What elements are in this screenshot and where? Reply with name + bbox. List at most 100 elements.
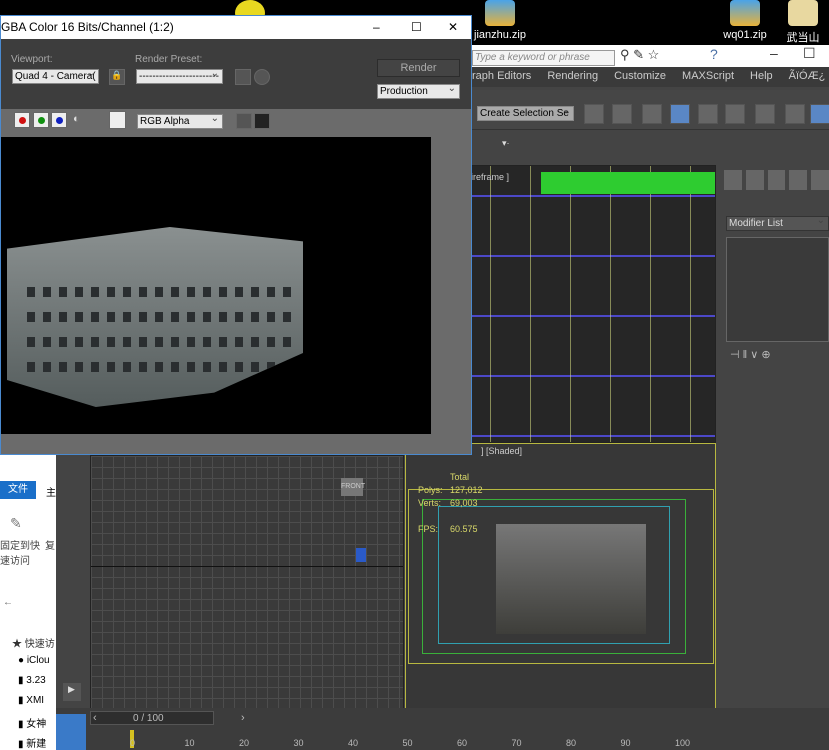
motion-tab-icon[interactable] bbox=[789, 170, 808, 190]
material-editor-icon[interactable] bbox=[755, 104, 775, 124]
slider-prev-icon[interactable]: ‹ bbox=[93, 712, 97, 724]
viewport-perspective[interactable]: ] [Shaded] Total Polys: 127,012 Verts: 6… bbox=[405, 443, 716, 710]
timeline-tick: 60 bbox=[457, 738, 468, 748]
layers-icon[interactable] bbox=[642, 104, 662, 124]
render-setup-icon[interactable] bbox=[785, 104, 805, 124]
curve-editor-icon[interactable] bbox=[698, 104, 718, 124]
window-row bbox=[27, 362, 297, 372]
viewport-dropdown[interactable]: Quad 4 - Camera( bbox=[12, 69, 99, 84]
pin-stack-icon[interactable]: ⊣ ‖ ∨ ⊕ bbox=[730, 348, 771, 361]
desktop-icon-jianzhu[interactable]: jianzhu.zip bbox=[470, 0, 530, 41]
create-tab-icon[interactable] bbox=[724, 170, 742, 190]
binoculars-icon[interactable]: ⚲ ✎ ☆ bbox=[620, 47, 659, 63]
mirror-icon[interactable] bbox=[584, 104, 604, 124]
green-channel-toggle[interactable] bbox=[33, 112, 49, 128]
modify-tab-icon[interactable] bbox=[745, 170, 764, 190]
quick-access-item[interactable]: ★ 快速访 bbox=[12, 635, 55, 650]
menu-rendering[interactable]: Rendering bbox=[547, 67, 598, 87]
list-item[interactable]: ▮ 3.23 bbox=[18, 675, 46, 686]
maximize-button[interactable]: ☐ bbox=[803, 45, 816, 62]
building-render bbox=[7, 227, 303, 407]
alpha-toggle-icon[interactable]: ◐ bbox=[73, 113, 80, 125]
preset-label: Render Preset: bbox=[135, 54, 203, 65]
red-dot-icon bbox=[19, 117, 26, 124]
render-button[interactable]: Render bbox=[377, 59, 460, 77]
time-slider[interactable]: ‹ 0 / 100 › bbox=[90, 711, 245, 725]
camera-object[interactable] bbox=[356, 548, 366, 562]
tab-home[interactable]: 主 bbox=[46, 484, 56, 499]
hierarchy-tab-icon[interactable] bbox=[767, 170, 786, 190]
wireframe-roof bbox=[541, 172, 715, 194]
label: XMI bbox=[26, 695, 45, 706]
viewport-front[interactable]: ireframe ] bbox=[470, 165, 716, 443]
desktop-icon-wudangshan[interactable]: 武当山 bbox=[778, 0, 828, 45]
viewport-top[interactable]: FRONT bbox=[90, 455, 404, 710]
lock-icon[interactable]: 🔒 bbox=[109, 69, 125, 85]
menu-help[interactable]: Help bbox=[750, 67, 773, 87]
timeline-tick: 20 bbox=[239, 738, 250, 748]
slider-next-icon[interactable]: › bbox=[241, 712, 245, 724]
channel-dropdown[interactable]: RGB Alpha bbox=[137, 114, 223, 129]
modifier-list-dropdown[interactable]: Modifier List bbox=[726, 216, 829, 231]
desktop-icon-wq01[interactable]: wq01.zip bbox=[715, 0, 775, 41]
selection-set-dropdown[interactable]: Create Selection Se bbox=[477, 106, 574, 121]
environment-icon[interactable] bbox=[254, 69, 270, 85]
list-item[interactable]: ▮ XMI bbox=[18, 695, 44, 706]
minimize-button[interactable]: – bbox=[373, 16, 380, 38]
ribbon-toggle-icon[interactable]: ▾· bbox=[502, 138, 510, 149]
viewport-label[interactable]: ] [Shaded] bbox=[481, 446, 522, 456]
timeline-tick: 30 bbox=[293, 738, 304, 748]
file-explorer-window: 文件 主 ✎ 固定到快速访问 复 ← ★ 快速访 ● iClou ▮ 3.23 … bbox=[0, 455, 56, 750]
timeline-tick: 70 bbox=[511, 738, 522, 748]
color-swatch[interactable] bbox=[109, 111, 126, 129]
viewport-label[interactable]: ireframe ] bbox=[471, 172, 509, 182]
copy-button[interactable]: 复 bbox=[45, 537, 55, 552]
render-setup-icon[interactable] bbox=[235, 69, 251, 85]
timeline-tick: 80 bbox=[566, 738, 577, 748]
mono-display-icon[interactable] bbox=[236, 113, 252, 129]
align-icon[interactable] bbox=[612, 104, 632, 124]
command-panel: Modifier List ⊣ ‖ ∨ ⊕ bbox=[720, 165, 829, 710]
red-channel-toggle[interactable] bbox=[14, 112, 30, 128]
clear-icon[interactable] bbox=[254, 113, 270, 129]
zip-archive-icon bbox=[485, 0, 515, 26]
blue-channel-toggle[interactable] bbox=[51, 112, 67, 128]
timeline-tick: 0 bbox=[130, 738, 136, 748]
list-item[interactable]: ▮ 女神 bbox=[18, 715, 46, 730]
list-item[interactable]: ▮ 新建 bbox=[18, 735, 46, 750]
green-dot-icon bbox=[38, 117, 45, 124]
list-item[interactable]: ● iClou bbox=[18, 655, 50, 666]
modifier-stack[interactable] bbox=[726, 237, 829, 342]
search-input[interactable]: Type a keyword or phrase bbox=[472, 50, 615, 66]
tab-file[interactable]: 文件 bbox=[0, 481, 36, 499]
render-preset-dropdown[interactable]: ------------------------ bbox=[136, 69, 223, 84]
back-arrow-icon[interactable]: ← bbox=[3, 597, 13, 608]
schematic-view-icon[interactable] bbox=[725, 104, 745, 124]
viewport-layout-button[interactable] bbox=[56, 714, 86, 750]
menu-maxscript[interactable]: MAXScript bbox=[682, 67, 734, 87]
polys-label: Polys: bbox=[418, 485, 443, 495]
production-dropdown[interactable]: Production bbox=[377, 84, 460, 99]
maximize-button[interactable]: ☐ bbox=[411, 16, 422, 38]
viewcube[interactable]: FRONT bbox=[341, 478, 365, 496]
building-preview bbox=[496, 524, 646, 634]
display-tab-icon[interactable] bbox=[811, 170, 829, 190]
menu-customize[interactable]: Customize bbox=[614, 67, 666, 87]
window-title: GBA Color 16 Bits/Channel (1:2) bbox=[1, 20, 174, 34]
label: 新建 bbox=[26, 739, 47, 750]
pin-quick-access-button[interactable]: 固定到快速访问 bbox=[0, 537, 40, 567]
blue-dot-icon bbox=[56, 117, 63, 124]
scene-explorer-icon[interactable] bbox=[670, 104, 690, 124]
help-icon[interactable]: ? bbox=[710, 46, 718, 62]
render-icon[interactable] bbox=[810, 104, 829, 124]
close-button[interactable]: ✕ bbox=[448, 16, 458, 38]
menu-bar: raph Editors Rendering Customize MAXScri… bbox=[470, 67, 829, 87]
play-icon[interactable]: ▶ bbox=[63, 683, 81, 701]
label: 女神 bbox=[26, 719, 47, 730]
rendered-image bbox=[1, 137, 431, 434]
label: 3.23 bbox=[26, 675, 46, 686]
menu-extra[interactable]: ÃïÓÆ¿ bbox=[789, 67, 826, 87]
menu-graph-editors[interactable]: raph Editors bbox=[472, 67, 531, 87]
minimize-button[interactable]: – bbox=[770, 45, 778, 61]
fps-label: FPS: bbox=[418, 524, 439, 534]
